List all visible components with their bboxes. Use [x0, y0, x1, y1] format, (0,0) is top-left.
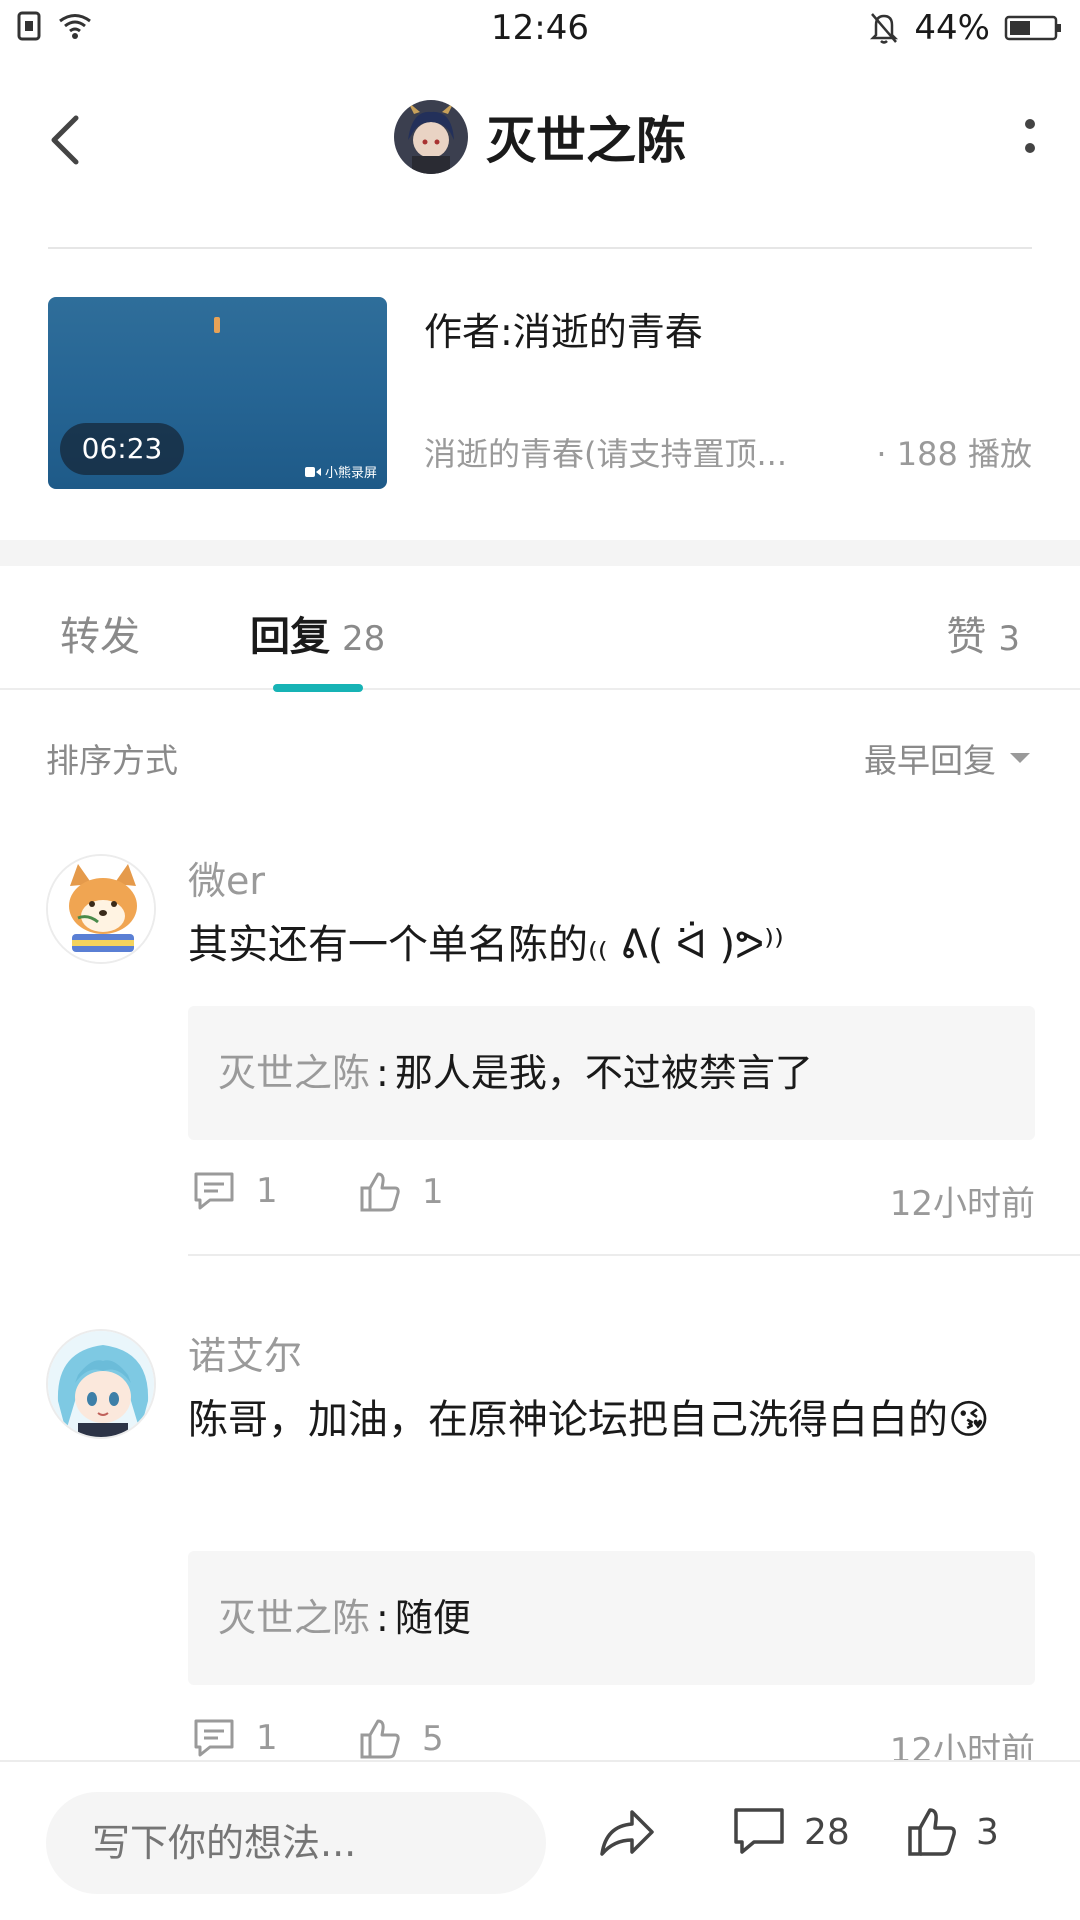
reply-text: 随便 [394, 1596, 471, 1640]
battery-icon [1004, 15, 1061, 41]
like-button[interactable]: 5 [358, 1717, 444, 1761]
comment-text: 陈哥，加油，在原神论坛把自己洗得白白的😘 [188, 1397, 990, 1443]
active-tab-indicator [273, 684, 363, 692]
app-header: 灭世之陈 [0, 90, 1080, 190]
share-button[interactable] [596, 1806, 656, 1862]
reply-preview[interactable]: 灭世之陈: 随便 [188, 1551, 1035, 1685]
video-card[interactable]: 06:23 小熊录屏 作者:消逝的青春 消逝的青春(请支持置顶... · 188… [48, 297, 1032, 489]
video-title[interactable]: 作者:消逝的青春 [424, 301, 703, 356]
video-author-line: 消逝的青春(请支持置顶... [424, 435, 788, 473]
avatar[interactable] [46, 854, 156, 964]
section-separator [0, 540, 1080, 566]
header-divider [48, 247, 1032, 249]
comment-actions: 1 1 12小时前 [188, 1170, 1035, 1230]
like-count: 3 [998, 619, 1020, 659]
reply-count: 1 [256, 1171, 278, 1211]
reply-text: 那人是我，不过被禁言了 [394, 1051, 813, 1095]
comment-divider [188, 1254, 1080, 1256]
watermark: 小熊录屏 [304, 462, 377, 481]
user-avatar[interactable] [394, 100, 468, 174]
tab-replies[interactable]: 回复 28 [250, 604, 385, 662]
tab-bar: 转发 回复 28 赞3 [0, 566, 1080, 690]
video-play-count: · 188 播放 [876, 435, 1032, 473]
reply-button[interactable]: 1 [192, 1170, 278, 1212]
comment-icon [194, 1172, 234, 1210]
comment-username[interactable]: 微er [188, 850, 265, 905]
bottom-action-bar: 28 3 [0, 1760, 1080, 1920]
sort-row: 排序方式 最早回复 [0, 720, 1080, 790]
like-button[interactable]: 3 [906, 1806, 999, 1858]
like-count: 5 [422, 1719, 444, 1759]
reply-count: 28 [342, 619, 386, 659]
comment-username[interactable]: 诺艾尔 [188, 1325, 302, 1380]
like-button[interactable]: 1 [358, 1170, 444, 1214]
reply-username[interactable]: 灭世之陈 [218, 1596, 370, 1640]
battery-percent: 44% [914, 8, 990, 48]
video-thumbnail[interactable]: 06:23 小熊录屏 [48, 297, 387, 489]
reply-button[interactable]: 1 [192, 1717, 278, 1759]
sort-label: 排序方式 [46, 741, 178, 780]
sort-dropdown[interactable]: 最早回复 [864, 734, 1032, 782]
reply-preview[interactable]: 灭世之陈: 那人是我，不过被禁言了 [188, 1006, 1035, 1140]
share-icon [600, 1810, 654, 1856]
video-duration: 06:23 [60, 423, 184, 475]
like-count: 1 [422, 1172, 444, 1212]
tab-likes[interactable]: 赞3 [946, 604, 1020, 662]
comment-count: 28 [804, 1811, 850, 1853]
avatar[interactable] [46, 1329, 156, 1439]
comment-icon [194, 1719, 234, 1757]
comment-input[interactable] [46, 1792, 546, 1894]
status-bar: 12:46 44% [0, 0, 1080, 56]
bell-mute-icon [870, 13, 899, 44]
tab-repost[interactable]: 转发 [60, 604, 140, 662]
comment-text: 其实还有一个单名陈的₍₍ ᕕ( ᐛ )ᕗ⁾⁾ [188, 922, 784, 968]
thumbs-up-icon [908, 1808, 956, 1856]
like-count: 3 [976, 1811, 999, 1853]
reply-username[interactable]: 灭世之陈 [218, 1051, 370, 1095]
record-icon [304, 466, 321, 477]
more-options-icon[interactable] [1010, 112, 1050, 168]
page-title: 灭世之陈 [486, 112, 686, 170]
reply-count: 1 [256, 1718, 278, 1758]
comments-button[interactable]: 28 [732, 1806, 850, 1858]
thumbs-up-icon [360, 1172, 400, 1212]
comment-time: 12小时前 [889, 1184, 1035, 1224]
caret-down-icon [1010, 753, 1030, 763]
comment-icon [734, 1808, 784, 1854]
thumbs-up-icon [360, 1719, 400, 1759]
